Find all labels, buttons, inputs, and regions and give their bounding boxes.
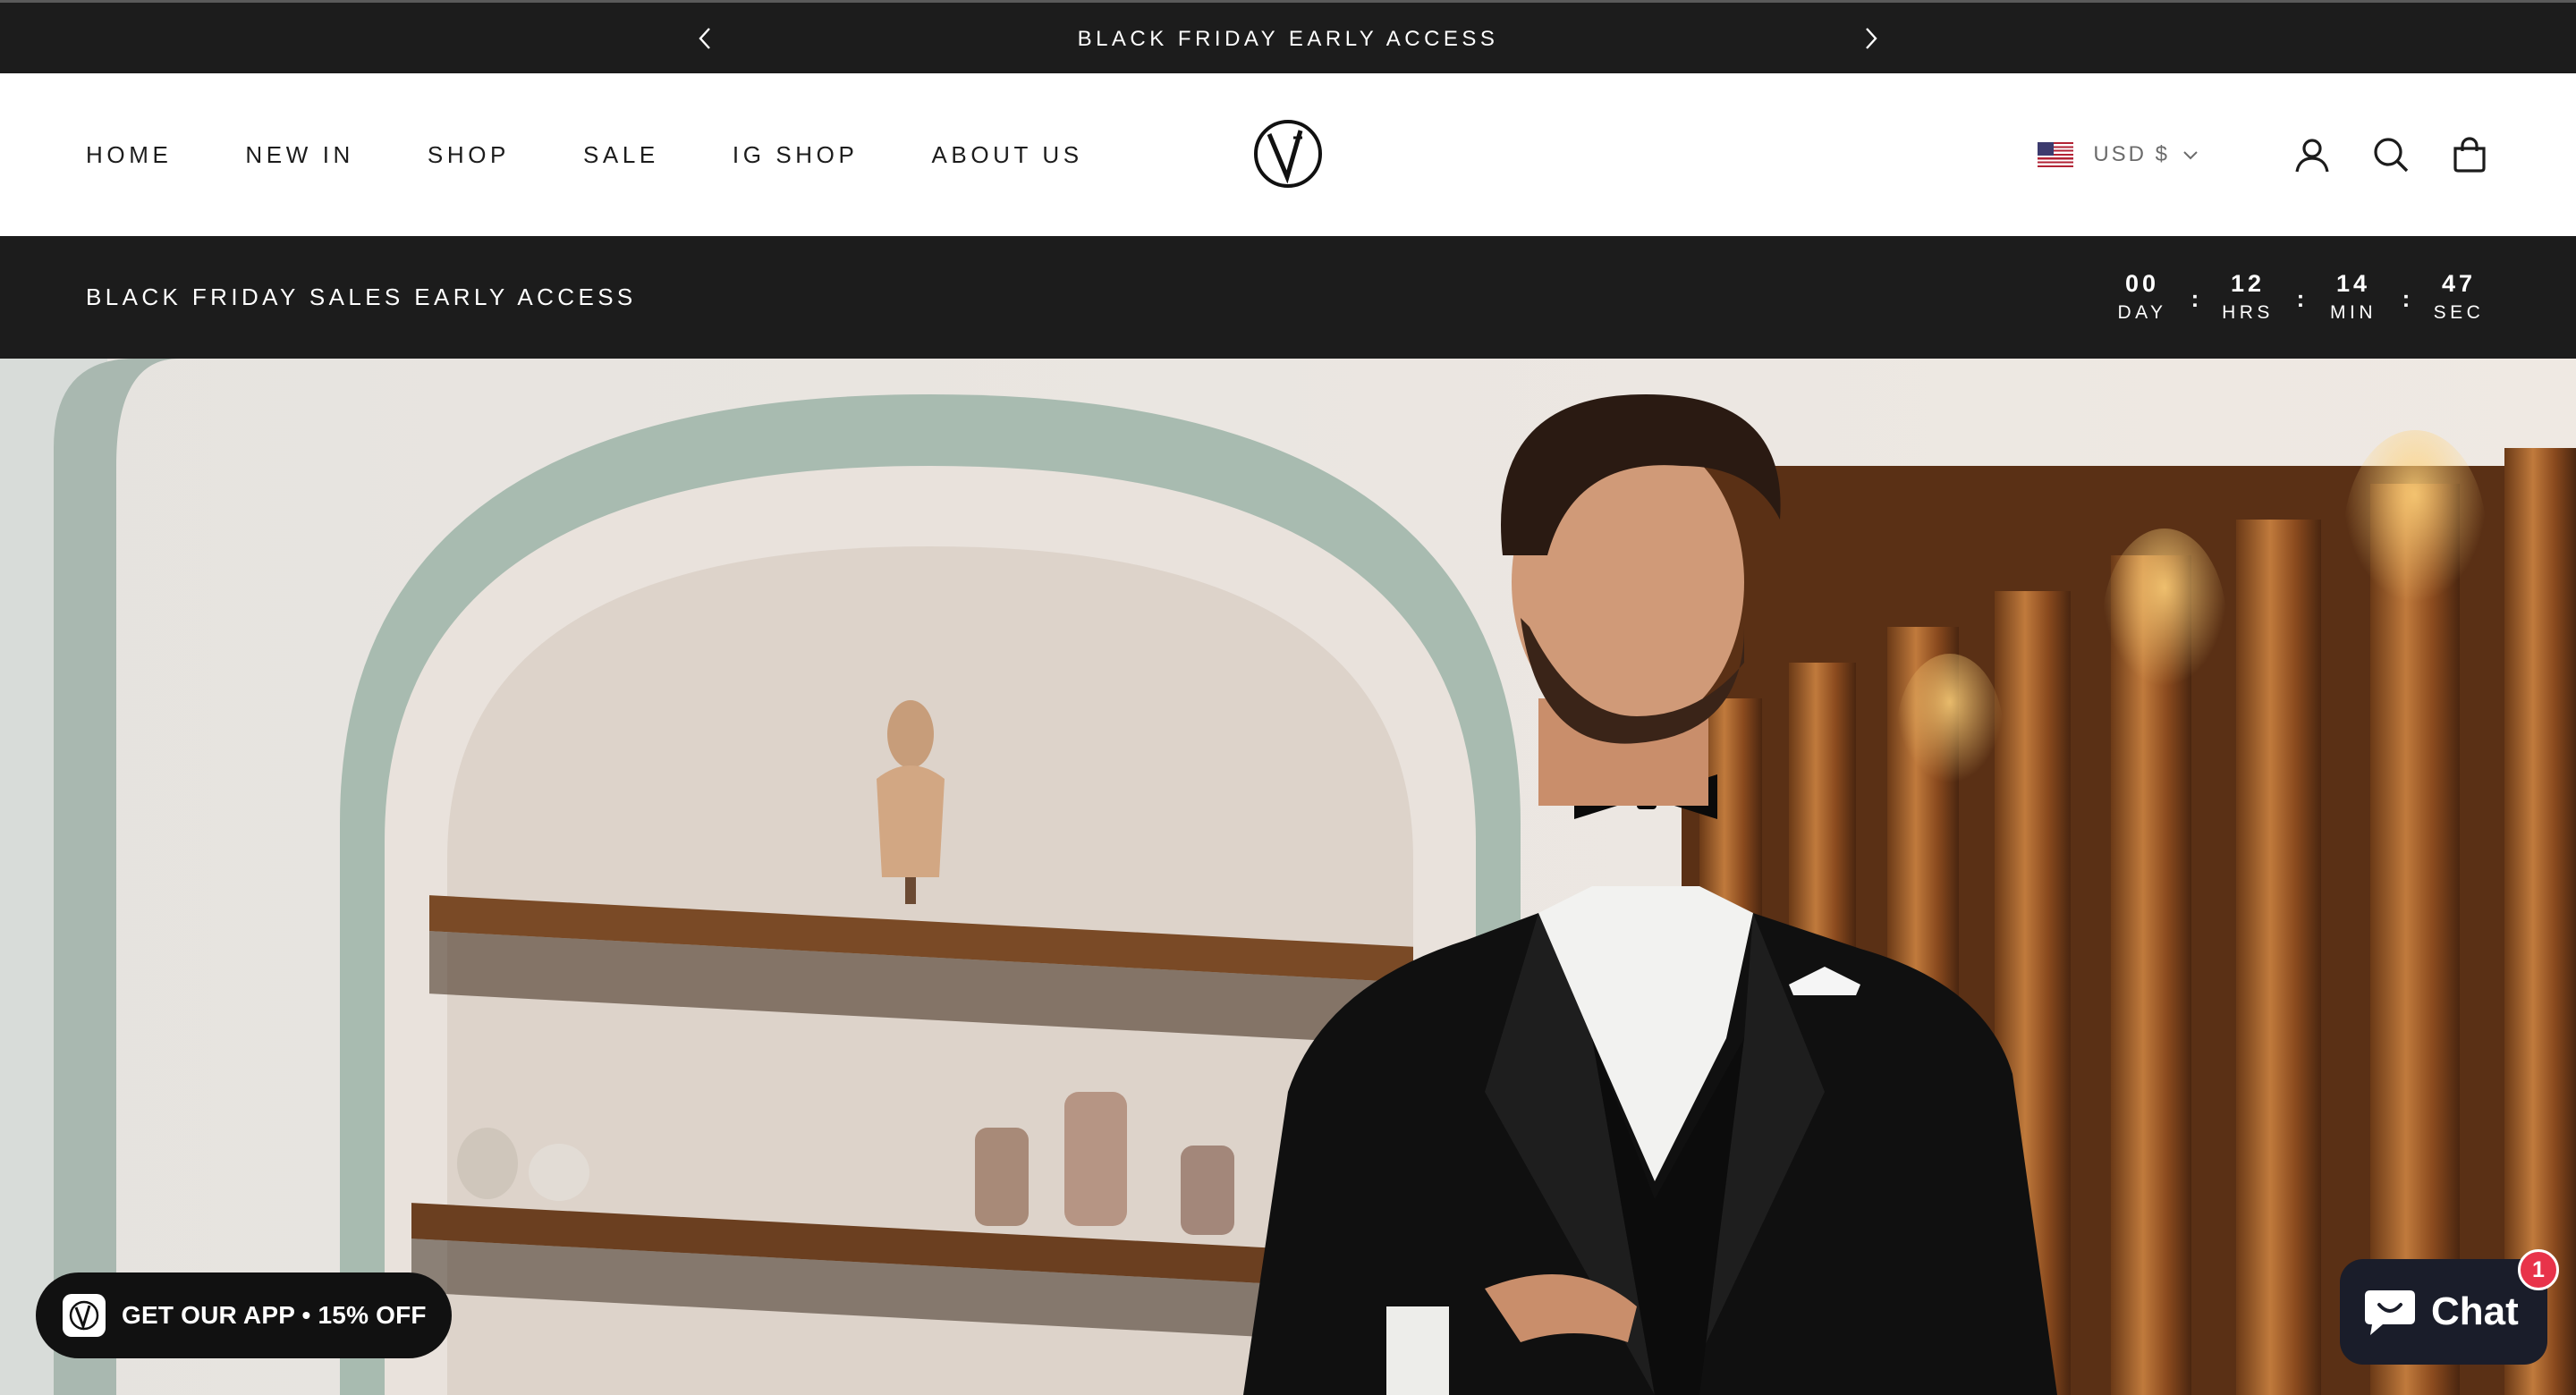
search-button[interactable]: [2370, 134, 2411, 175]
app-logo-icon: [63, 1294, 106, 1337]
countdown-label: MIN: [2330, 301, 2377, 323]
cart-icon: [2453, 137, 2486, 173]
countdown-title: BLACK FRIDAY SALES EARLY ACCESS: [86, 283, 637, 310]
announcement-text: BLACK FRIDAY EARLY ACCESS: [1077, 27, 1499, 51]
get-app-text: GET OUR APP • 15% OFF: [122, 1301, 427, 1329]
countdown-value: 47: [2441, 269, 2477, 297]
hero-image: [0, 359, 2576, 1395]
countdown-value: 14: [2335, 269, 2371, 297]
countdown-value: 00: [2124, 269, 2160, 297]
chat-button[interactable]: Chat: [2340, 1259, 2547, 1365]
countdown-days: 00 DAY: [2111, 268, 2174, 327]
countdown-label: HRS: [2222, 301, 2274, 323]
countdown-label: SEC: [2433, 301, 2485, 323]
currency-label: USD $: [2093, 142, 2170, 166]
chat-bubble-icon: [2365, 1290, 2415, 1335]
announcement-bar: BLACK FRIDAY EARLY ACCESS: [0, 0, 2576, 73]
us-flag-icon: [2038, 142, 2074, 167]
chevron-down-icon: [2183, 151, 2198, 160]
countdown-label: DAY: [2117, 301, 2167, 323]
site-header: HOME NEW IN SHOP SALE IG SHOP ABOUT US U…: [0, 73, 2576, 236]
nav-item-shop[interactable]: SHOP: [428, 141, 510, 169]
announcement-next-button[interactable]: [1857, 24, 1885, 53]
countdown-separator: :: [2296, 285, 2305, 312]
countdown-value: 12: [2230, 269, 2266, 297]
countdown-separator: :: [2402, 285, 2411, 312]
cart-button[interactable]: [2449, 134, 2490, 175]
countdown-timer: 00 DAY : 12 HRS : 14 MIN : 47 SEC: [2111, 236, 2490, 359]
brand-logo[interactable]: [1252, 118, 1324, 190]
account-button[interactable]: [2292, 134, 2333, 175]
nav-item-new-in[interactable]: NEW IN: [245, 141, 353, 169]
header-actions: USD $: [2038, 73, 2490, 236]
brand-v-logo-icon: [1254, 120, 1322, 188]
chat-label: Chat: [2431, 1289, 2519, 1333]
nav-item-ig-shop[interactable]: IG SHOP: [733, 141, 859, 169]
chevron-right-icon: [1866, 28, 1877, 49]
hero-banner[interactable]: [0, 359, 2576, 1395]
get-app-banner[interactable]: GET OUR APP • 15% OFF: [36, 1272, 452, 1358]
main-nav: HOME NEW IN SHOP SALE IG SHOP ABOUT US: [86, 73, 1157, 236]
nav-item-home[interactable]: HOME: [86, 141, 172, 169]
nav-item-sale[interactable]: SALE: [583, 141, 659, 169]
currency-selector[interactable]: USD $: [2038, 142, 2199, 167]
countdown-minutes: 14 MIN: [2322, 268, 2385, 327]
chat-notification-badge: 1: [2518, 1249, 2559, 1290]
search-icon: [2374, 138, 2409, 173]
countdown-seconds: 47 SEC: [2428, 268, 2490, 327]
account-icon: [2295, 139, 2329, 173]
countdown-separator: :: [2190, 285, 2199, 312]
countdown-hours: 12 HRS: [2216, 268, 2279, 327]
countdown-bar: BLACK FRIDAY SALES EARLY ACCESS 00 DAY :…: [0, 236, 2576, 359]
nav-item-about-us[interactable]: ABOUT US: [931, 141, 1082, 169]
